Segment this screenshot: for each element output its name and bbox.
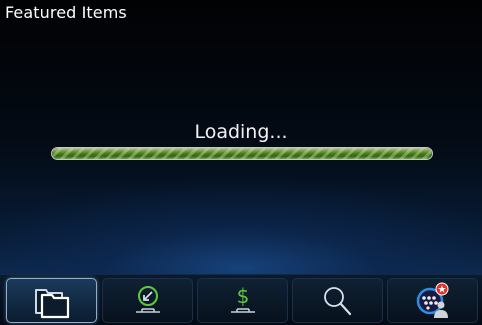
svg-text:★: ★ bbox=[437, 284, 446, 295]
page-title: Featured Items bbox=[5, 3, 127, 22]
progress-bar bbox=[51, 147, 433, 160]
dollar-icon: $ bbox=[230, 284, 255, 313]
search-icon bbox=[323, 286, 351, 315]
svg-text:$: $ bbox=[236, 284, 249, 308]
folder-icon bbox=[34, 288, 69, 318]
search-button[interactable] bbox=[292, 278, 383, 323]
blackberry-profile-icon: ★ bbox=[416, 282, 448, 318]
download-icon bbox=[135, 285, 160, 313]
bottom-navigation-bar: $ ★ bbox=[0, 274, 482, 325]
folder-button[interactable] bbox=[6, 278, 97, 323]
app-screen: Featured Items Loading... $ ★ bbox=[0, 0, 482, 325]
paid-apps-button[interactable]: $ bbox=[197, 278, 288, 323]
progress-fill bbox=[52, 148, 432, 159]
loading-label: Loading... bbox=[194, 121, 288, 143]
downloads-button[interactable] bbox=[102, 278, 193, 323]
account-button[interactable]: ★ bbox=[387, 278, 478, 323]
